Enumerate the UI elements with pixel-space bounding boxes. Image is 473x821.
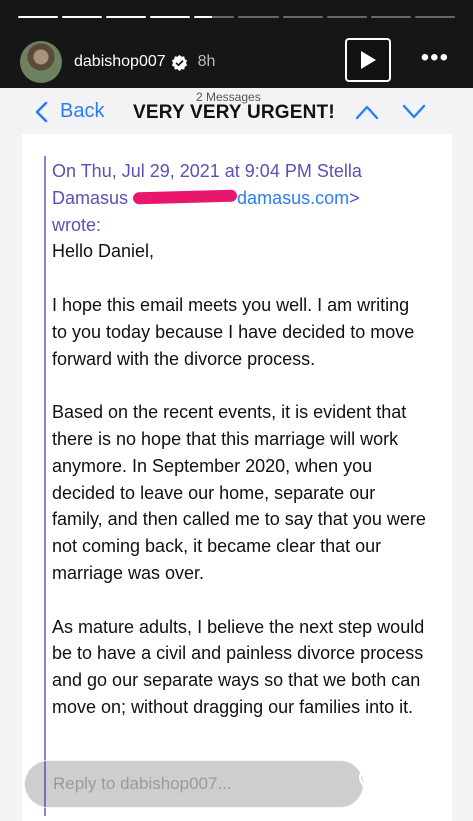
paragraph-2: Based on the recent events, it is eviden…: [52, 402, 426, 583]
progress-segment-current: [194, 16, 235, 18]
paragraph-1: I hope this email meets you well. I am w…: [52, 294, 415, 369]
greeting: Hello Daniel,: [52, 241, 155, 262]
mail-nav-bar: Back 2 Messages VERY VERY URGENT!: [0, 88, 473, 134]
username[interactable]: dabishop007: [74, 53, 166, 71]
heart-icon[interactable]: [358, 768, 390, 798]
email-subject: VERY VERY URGENT!: [133, 102, 335, 123]
paragraph-3: As mature adults, I believe the next ste…: [52, 616, 425, 717]
more-options-icon[interactable]: •••: [421, 46, 449, 70]
progress-segment: [370, 16, 411, 18]
chevron-left-icon: [35, 101, 48, 122]
post-time: 8h: [197, 53, 216, 70]
quote-header-name: Damasus: [52, 187, 129, 208]
story-progress-bar: [18, 16, 455, 18]
email-screenshot: Back 2 Messages VERY VERY URGENT! On Thu…: [0, 88, 473, 821]
email-body: On Thu, Jul 29, 2021 at 9:04 PM Stella D…: [22, 134, 452, 821]
story-viewer: dabishop007 8h ••• Back 2 Messages VERY …: [0, 0, 473, 821]
progress-segment: [282, 16, 323, 18]
progress-segment: [150, 16, 191, 18]
sender-email-link[interactable]: damasus.com: [237, 188, 349, 208]
send-icon[interactable]: [412, 770, 444, 800]
redaction-mark: [132, 189, 238, 205]
progress-segment: [106, 16, 147, 18]
reply-input[interactable]: Reply to dabishop007...: [24, 760, 364, 808]
reply-placeholder: Reply to dabishop007...: [53, 774, 232, 793]
quoted-message: On Thu, Jul 29, 2021 at 9:04 PM Stella D…: [52, 158, 427, 721]
quote-header-close: >: [349, 187, 360, 208]
avatar[interactable]: [20, 41, 62, 83]
progress-segment: [62, 16, 103, 18]
verified-badge-icon: [171, 54, 187, 71]
quote-header-wrote: wrote:: [52, 214, 102, 235]
back-label: Back: [60, 100, 105, 122]
quote-header: On Thu, Jul 29, 2021 at 9:04 PM Stella D…: [52, 158, 427, 238]
back-button[interactable]: Back: [34, 100, 104, 123]
story-header: dabishop007 8h •••: [20, 38, 453, 86]
previous-message-icon[interactable]: [355, 104, 379, 120]
play-button[interactable]: [345, 38, 391, 82]
progress-segment: [238, 16, 279, 18]
next-message-icon[interactable]: [402, 104, 426, 120]
quote-bar: [44, 156, 46, 816]
progress-segment: [414, 16, 455, 18]
play-icon: [361, 51, 376, 69]
progress-segment: [326, 16, 367, 18]
progress-segment: [18, 16, 59, 18]
quote-header-line1: On Thu, Jul 29, 2021 at 9:04 PM Stella: [52, 161, 362, 181]
